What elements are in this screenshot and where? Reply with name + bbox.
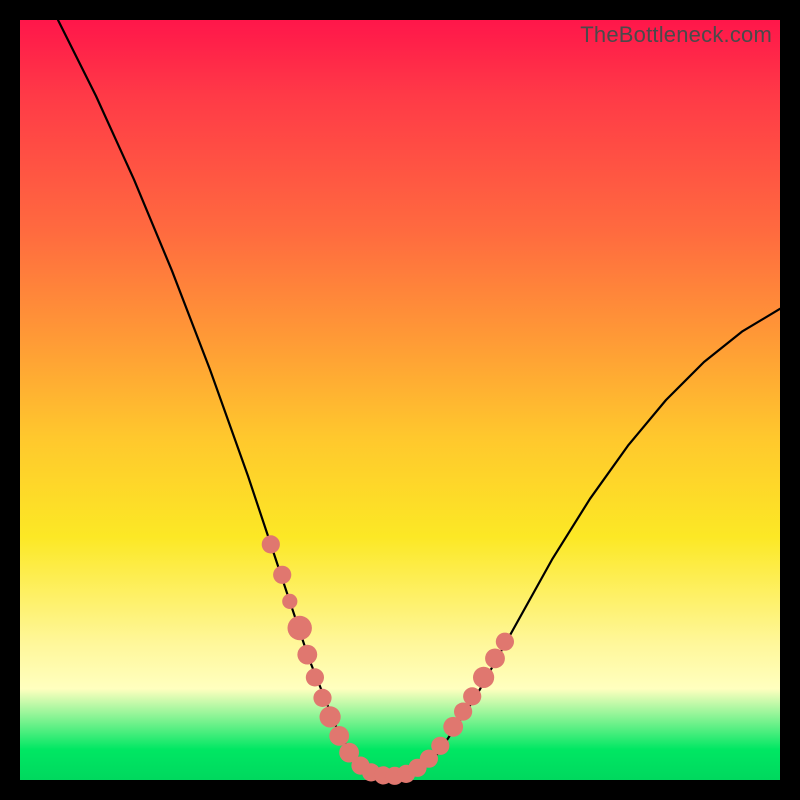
data-marker — [313, 689, 331, 707]
data-marker — [473, 667, 494, 688]
data-marker — [297, 645, 317, 665]
data-marker — [496, 633, 514, 651]
data-marker — [288, 616, 312, 640]
data-marker — [463, 687, 481, 705]
data-marker — [329, 726, 349, 746]
data-marker — [485, 649, 505, 669]
data-marker — [320, 706, 341, 727]
chart-area: TheBottleneck.com — [20, 20, 780, 780]
marker-group — [262, 535, 514, 785]
data-marker — [282, 594, 297, 609]
data-marker — [306, 668, 324, 686]
data-marker — [454, 703, 472, 721]
watermark-text: TheBottleneck.com — [580, 22, 772, 48]
data-marker — [431, 737, 449, 755]
data-marker — [273, 566, 291, 584]
chart-svg — [20, 20, 780, 780]
data-marker — [262, 535, 280, 553]
bottleneck-curve — [58, 20, 780, 776]
